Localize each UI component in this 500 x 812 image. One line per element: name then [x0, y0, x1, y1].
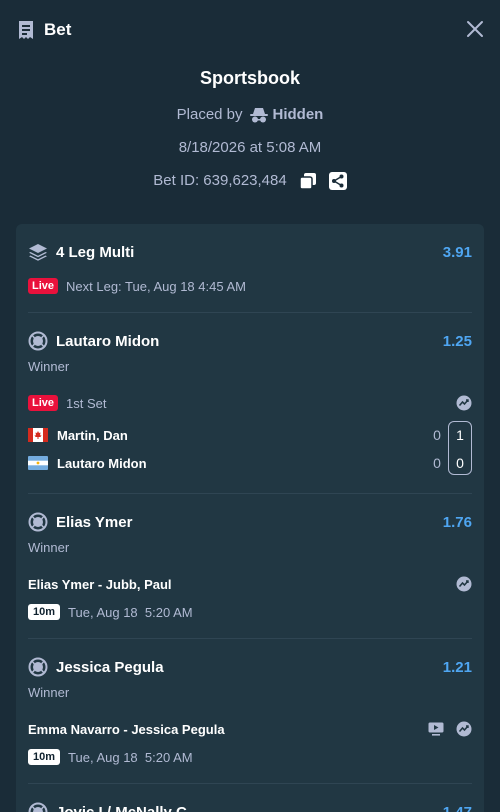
leg-2-time: 10m Tue, Aug 18 5:20 AM [28, 602, 472, 622]
multi-odds: 3.91 [442, 243, 472, 261]
sportsbook-title: Sportsbook [199, 68, 300, 88]
modal-title: Bet [44, 20, 72, 39]
leg-1-scoreboard: Martin, Dan 0 Lautaro Midon 0 1 0 [28, 421, 472, 477]
set-status: 1st Set [66, 395, 107, 411]
leg-3-name: Jessica Pegula [56, 658, 164, 676]
tennis-ball-icon [28, 802, 48, 812]
start-time: Tue, Aug 18 5:20 AM [68, 604, 193, 620]
bet-datetime-text: 8/18/2026 at 5:08 AM [178, 139, 322, 156]
match-name: Elias Ymer - Jubb, Paul [28, 576, 172, 592]
player-games: 0 [433, 427, 441, 443]
bet-datetime: 8/18/2026 at 5:08 AM [0, 131, 500, 164]
player-row: Lautaro Midon 0 [28, 453, 444, 473]
bet-id-row: Bet ID: 639,623,484 [0, 164, 500, 197]
player-games: 0 [433, 455, 441, 471]
player-name: Martin, Dan [57, 427, 128, 443]
player-row: Martin, Dan 0 [28, 425, 444, 445]
leg-1-header[interactable]: Lautaro Midon 1.25 [28, 330, 472, 352]
placed-by-username: Hidden [272, 106, 324, 123]
live-stream-icon[interactable] [428, 721, 444, 737]
leg-3-time: 10m Tue, Aug 18 5:20 AM [28, 747, 472, 767]
canada-flag-icon [28, 428, 48, 442]
bet-slip-icon [16, 20, 36, 40]
bet-info: Sportsbook Placed by Hidden 8/18/2026 at… [0, 60, 500, 197]
leg-2-match[interactable]: Elias Ymer - Jubb, Paul [28, 574, 472, 594]
countdown-badge: 10m [28, 749, 61, 765]
incognito-icon [249, 107, 269, 123]
divider [28, 638, 472, 639]
live-badge: Live [28, 395, 59, 411]
copy-icon[interactable] [298, 172, 317, 190]
share-icon[interactable] [328, 171, 347, 190]
bet-id: Bet ID: 639,623,484 [153, 172, 287, 189]
bet-card: 4 Leg Multi 3.91 Live Next Leg: Tue, Aug… [16, 224, 484, 812]
start-time: Tue, Aug 18 5:20 AM [68, 749, 193, 765]
argentina-flag-icon [28, 456, 48, 470]
multi-title: 4 Leg Multi [56, 243, 135, 261]
tennis-ball-icon [28, 657, 48, 677]
modal-header: Bet [0, 0, 500, 60]
leg-1-status: Live 1st Set [28, 393, 472, 413]
close-icon[interactable] [466, 20, 484, 38]
live-badge: Live [28, 278, 59, 294]
leg-3-odds: 1.21 [442, 658, 472, 676]
set-score: 0 [456, 455, 464, 471]
player-name: Lautaro Midon [57, 455, 147, 471]
layers-icon [28, 242, 48, 262]
match-name: Emma Navarro - Jessica Pegula [28, 721, 225, 737]
divider [28, 493, 472, 494]
multi-next-leg: Live Next Leg: Tue, Aug 18 4:45 AM [28, 276, 472, 296]
leg-2-odds: 1.76 [442, 513, 472, 531]
tennis-ball-icon [28, 512, 48, 532]
divider [28, 312, 472, 313]
multi-header: 4 Leg Multi 3.91 [28, 241, 472, 263]
tennis-ball-icon [28, 331, 48, 351]
leg-3-header[interactable]: Jessica Pegula 1.21 [28, 656, 472, 678]
placed-by-row: Placed by Hidden [0, 98, 500, 131]
leg-3-match[interactable]: Emma Navarro - Jessica Pegula [28, 719, 472, 739]
placed-by-user: Hidden [249, 98, 324, 131]
leg-2-name: Elias Ymer [56, 513, 133, 531]
leg-3-market: Winner [28, 685, 70, 700]
set-score-box: 1 0 [448, 421, 472, 475]
placed-by-label: Placed by [176, 106, 243, 123]
leg-4-name: Jovic I / McNally C [56, 803, 187, 812]
divider [28, 783, 472, 784]
countdown-badge: 10m [28, 604, 61, 620]
stats-icon[interactable] [456, 576, 472, 592]
leg-1-name: Lautaro Midon [56, 332, 160, 350]
leg-4-odds: 1.47 [442, 803, 472, 812]
leg-2-header[interactable]: Elias Ymer 1.76 [28, 511, 472, 533]
leg-4-header[interactable]: Jovic I / McNally C 1.47 [28, 801, 472, 812]
stats-icon[interactable] [456, 395, 472, 411]
set-score: 1 [456, 427, 464, 443]
leg-1-odds: 1.25 [442, 332, 472, 350]
stats-icon[interactable] [456, 721, 472, 737]
leg-1-market: Winner [28, 359, 70, 374]
next-leg-text: Next Leg: Tue, Aug 18 4:45 AM [66, 278, 246, 294]
leg-2-market: Winner [28, 540, 70, 555]
